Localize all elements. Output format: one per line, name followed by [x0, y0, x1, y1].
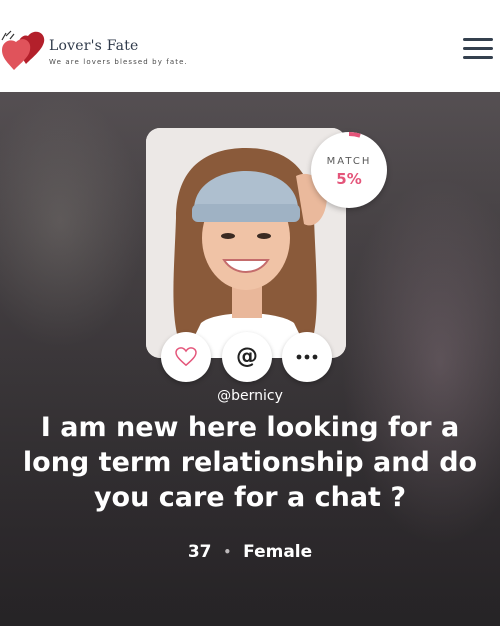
brand-logo[interactable]: Lover's Fate We are lovers blessed by fa…: [0, 30, 200, 74]
match-percentage: 5%: [336, 170, 362, 188]
match-label: MATCH: [326, 156, 372, 167]
more-dots-icon: [296, 354, 318, 360]
mention-button[interactable]: @: [222, 332, 272, 382]
at-sign-icon: @: [236, 344, 258, 369]
app-header: Lover's Fate We are lovers blessed by fa…: [0, 0, 500, 92]
meta-separator: •: [223, 545, 232, 559]
like-button[interactable]: [161, 332, 211, 382]
profile-bio: I am new here looking for a long term re…: [22, 412, 478, 513]
profile-username[interactable]: @bernicy: [0, 388, 500, 404]
hearts-logo-icon: [1, 30, 45, 70]
profile-hero: MATCH 5% @ @bernicy I am new here lookin…: [0, 92, 500, 626]
heart-icon: [175, 347, 197, 367]
profile-meta: 37 • Female: [0, 542, 500, 562]
profile-gender: Female: [243, 542, 313, 562]
hamburger-menu-icon[interactable]: [460, 36, 496, 62]
match-badge: MATCH 5%: [311, 132, 387, 208]
brand-tagline: We are lovers blessed by fate.: [49, 58, 188, 66]
profile-age: 37: [187, 542, 212, 562]
brand-title: Lover's Fate: [49, 38, 139, 54]
more-options-button[interactable]: [282, 332, 332, 382]
